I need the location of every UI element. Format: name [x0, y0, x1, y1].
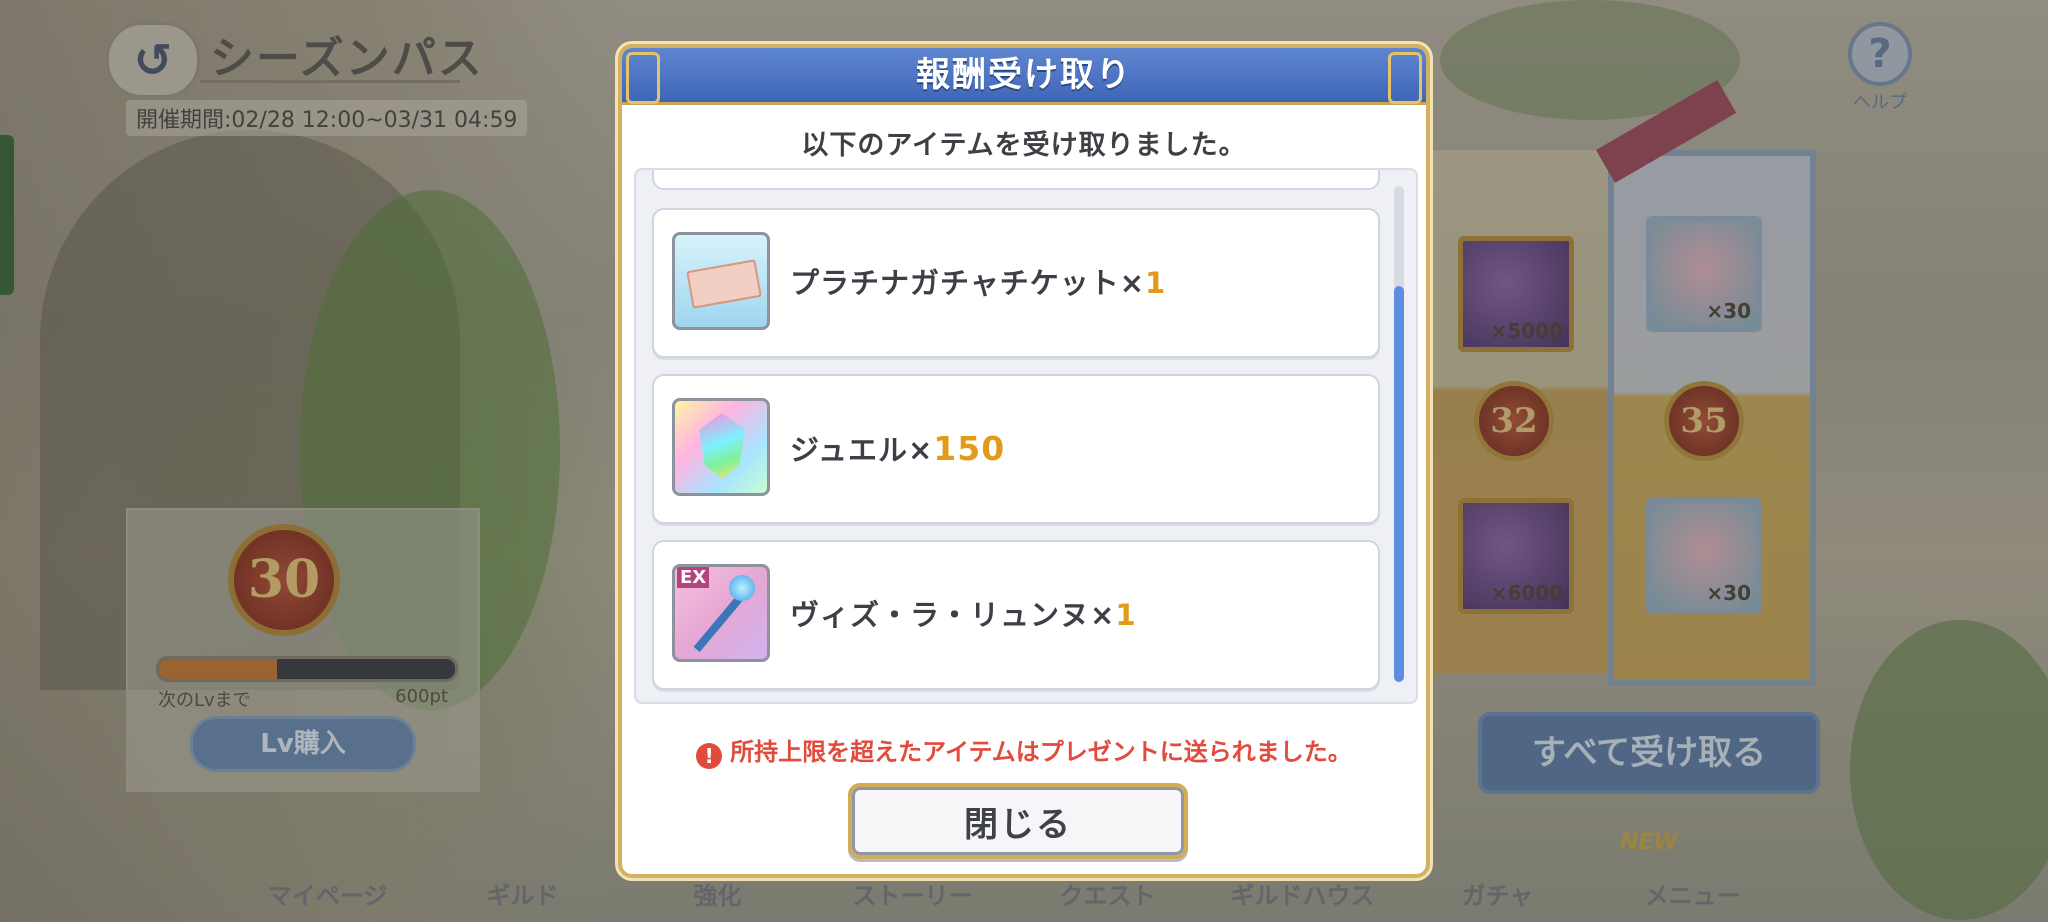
notice-text: 所持上限を超えたアイテムはプレゼントに送られました。 — [730, 738, 1352, 766]
item-label: プラチナガチャチケット×1 — [790, 210, 1166, 356]
item-quantity: 1 — [1115, 598, 1137, 632]
header-ornament-left — [626, 52, 660, 104]
list-item: プラチナガチャチケット×1 — [652, 208, 1380, 358]
ex-badge: EX — [677, 567, 710, 588]
list-item: ジュエル×150 — [652, 374, 1380, 524]
item-label: ヴィズ・ラ・リュンヌ×1 — [790, 542, 1137, 688]
close-button[interactable]: 閉じる — [848, 783, 1188, 859]
reward-list[interactable]: プラチナガチャチケット×1 ジュエル×150 EX ヴィズ・ラ・リュンヌ×1 — [634, 168, 1418, 704]
ex-equipment-icon: EX — [672, 564, 770, 662]
list-item: EX ヴィズ・ラ・リュンヌ×1 — [652, 540, 1380, 690]
list-item — [652, 170, 1380, 190]
dialog-subtitle: 以下のアイテムを受け取りました。 — [801, 130, 1247, 161]
item-name: プラチナガチャチケット× — [790, 266, 1146, 300]
platinum-gacha-ticket-icon — [672, 232, 770, 330]
item-label: ジュエル×150 — [790, 376, 1005, 522]
item-quantity: 1 — [1145, 266, 1167, 300]
scrollbar[interactable] — [1394, 186, 1404, 682]
jewel-icon — [672, 398, 770, 496]
scrollbar-thumb[interactable] — [1394, 286, 1404, 682]
item-name: ヴィズ・ラ・リュンヌ× — [790, 598, 1116, 632]
overflow-notice: ! 所持上限を超えたアイテムはプレゼントに送られました。 — [622, 732, 1426, 769]
item-name: ジュエル× — [790, 433, 934, 467]
item-quantity: 150 — [933, 429, 1006, 468]
dialog-title: 報酬受け取り — [622, 48, 1426, 105]
reward-dialog: 報酬受け取り 以下のアイテムを受け取りました。 プラチナガチャチケット×1 ジュ… — [618, 44, 1430, 878]
warning-icon: ! — [696, 743, 723, 769]
header-ornament-right — [1388, 52, 1422, 104]
